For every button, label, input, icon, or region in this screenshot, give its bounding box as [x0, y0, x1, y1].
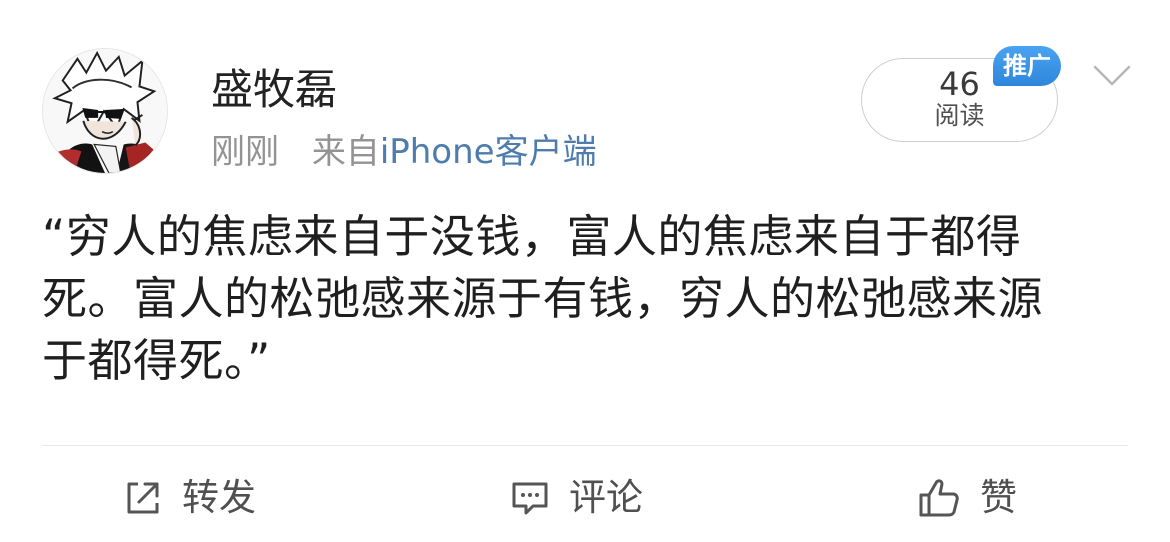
post-time: 刚刚: [211, 132, 279, 172]
thumbs-up-icon: [919, 479, 959, 517]
comment-label: 评论: [569, 476, 643, 519]
content-line: 死。富人的松弛感来源于有钱，穷人的松弛感来源: [42, 272, 1044, 325]
promo-badge: 推广: [993, 46, 1061, 86]
share-icon: [127, 482, 159, 514]
post-content[interactable]: “穷人的焦虑来自于没钱，富人的焦虑来自于都得 死。富人的松弛感来源于有钱，穷人的…: [42, 206, 1137, 392]
repost-button[interactable]: 转发: [122, 470, 256, 526]
content-line: 于都得死。”: [42, 334, 271, 387]
source-prefix: 来自: [311, 132, 380, 172]
weibo-post-card: 盛牧磊 刚刚 来自iPhone客户端 46 阅读 推广 “穷人的焦虑来自于没钱，…: [0, 0, 1170, 542]
content-line: “穷人的焦虑来自于没钱，富人的焦虑来自于都得: [42, 210, 1022, 263]
repost-label: 转发: [182, 476, 256, 519]
client-link[interactable]: iPhone客户端: [380, 132, 597, 172]
like-button[interactable]: 赞: [916, 470, 1017, 526]
comment-button[interactable]: 评论: [509, 470, 643, 526]
like-label: 赞: [980, 476, 1017, 519]
comment-icon: [512, 482, 548, 515]
read-label: 阅读: [934, 101, 985, 130]
cartoon-avatar-icon: [43, 49, 167, 173]
post-meta: 刚刚 来自iPhone客户端: [211, 130, 597, 174]
avatar[interactable]: [42, 48, 168, 174]
action-divider: [42, 445, 1128, 446]
author-name[interactable]: 盛牧磊: [211, 64, 337, 116]
chevron-down-icon[interactable]: [1091, 62, 1133, 90]
